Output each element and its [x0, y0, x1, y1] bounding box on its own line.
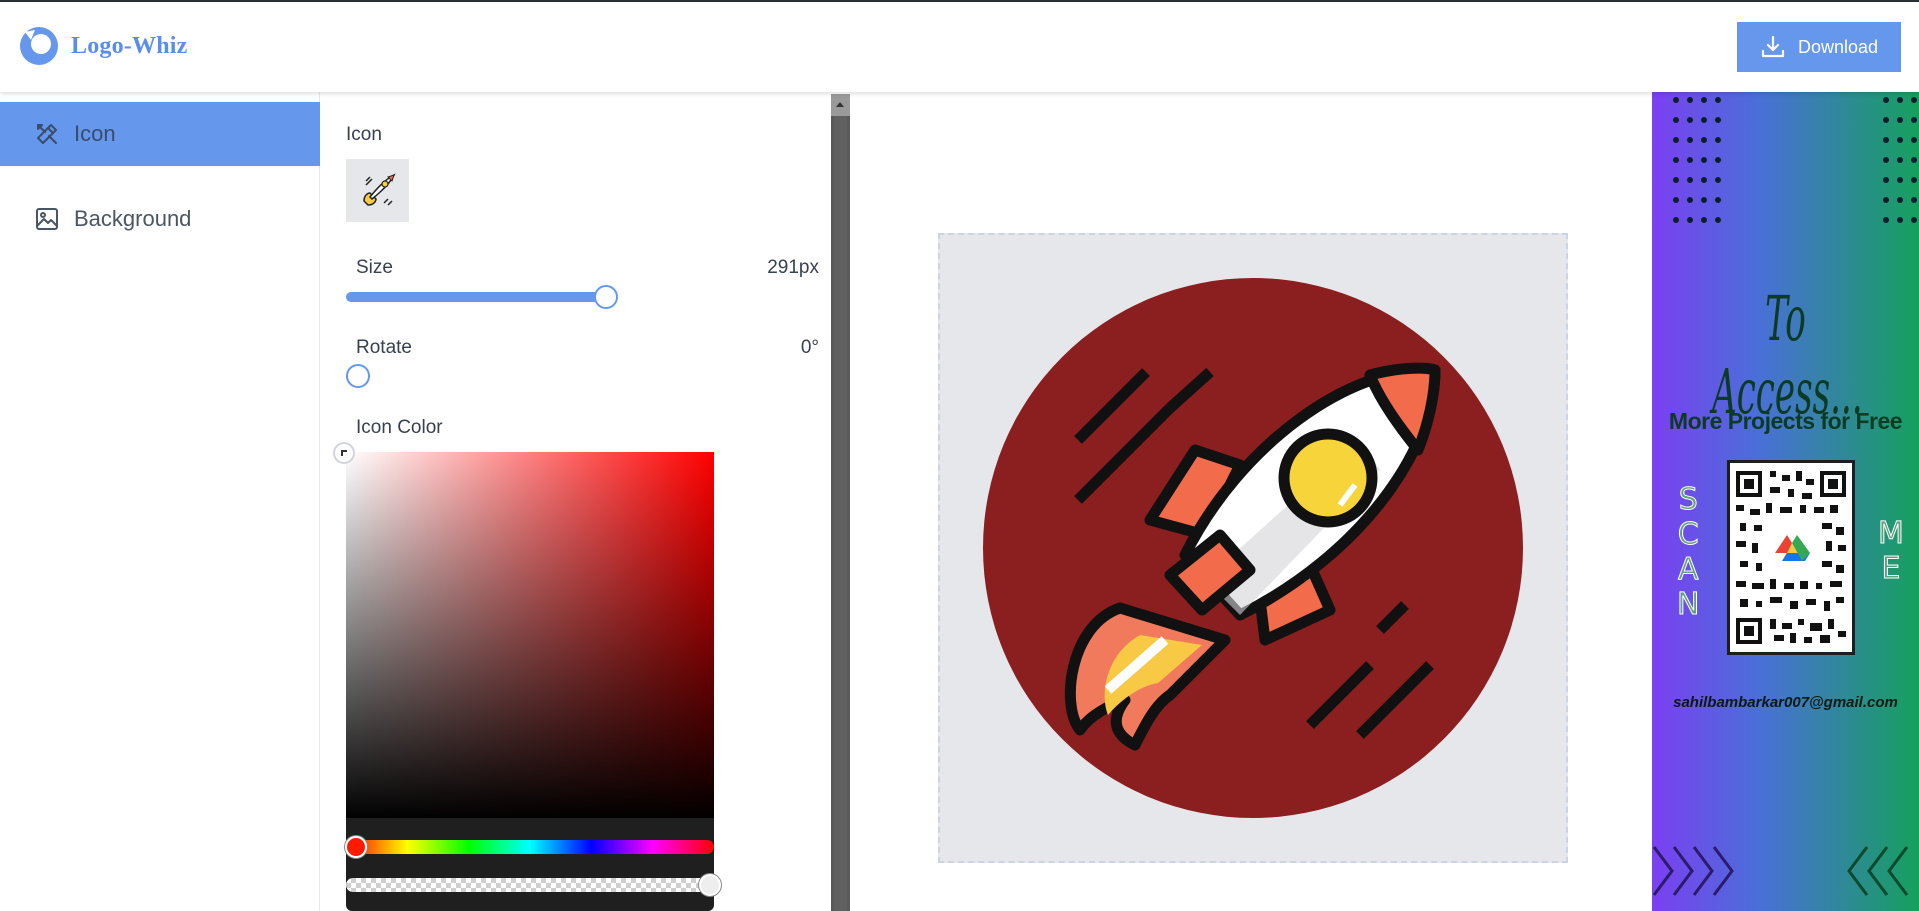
rotate-label: Rotate — [356, 337, 412, 358]
sidebar-item-icon[interactable]: Icon — [0, 102, 320, 166]
hue-slider[interactable] — [346, 840, 714, 854]
icon-color-label: Icon Color — [356, 417, 443, 438]
me-letter: M — [1878, 516, 1905, 552]
sidebar-item-background[interactable]: Background — [0, 187, 320, 251]
promo-banner[interactable]: To Access... More Projects for Free S C … — [1652, 92, 1919, 911]
sidebar: Icon Background — [0, 92, 320, 911]
icon-tools-icon — [37, 124, 57, 144]
dot-pattern-decoration — [1883, 97, 1917, 223]
sidebar-item-label: Background — [74, 206, 192, 231]
scroll-up-arrow-icon[interactable] — [831, 94, 850, 116]
qr-code-icon — [1736, 471, 1846, 644]
color-picker-controls-bg — [346, 818, 714, 911]
download-icon — [1761, 35, 1785, 58]
dot-pattern-decoration — [1673, 97, 1721, 223]
promo-subtitle: More Projects for Free — [1668, 408, 1903, 434]
promo-title: To Access... — [1712, 282, 1863, 428]
app-name: Logo-Whiz — [71, 32, 188, 59]
scrollbar-thumb[interactable] — [834, 116, 847, 911]
size-slider-track[interactable] — [346, 292, 608, 302]
rotate-value: 0° — [800, 337, 819, 358]
settings-panel: Icon Size 291px Rotate 0° Icon Color — [321, 92, 831, 911]
image-icon — [36, 208, 58, 230]
rocket-icon — [362, 172, 396, 206]
rotate-slider-knob[interactable] — [346, 364, 370, 388]
alpha-slider-knob[interactable] — [699, 874, 721, 896]
me-letters: M E — [1878, 516, 1905, 587]
logo-canvas[interactable] — [938, 233, 1568, 863]
saturation-picker-knob[interactable] — [333, 442, 355, 464]
hue-slider-knob[interactable] — [345, 836, 367, 858]
size-label: Size — [356, 257, 393, 278]
sidebar-item-label: Icon — [74, 121, 116, 146]
download-button[interactable]: Download — [1737, 22, 1901, 72]
qr-code[interactable] — [1727, 460, 1855, 655]
size-value: 291px — [767, 257, 819, 278]
scan-letter: N — [1676, 587, 1700, 623]
size-slider-knob[interactable] — [594, 285, 618, 309]
chevron-decoration-icon — [1652, 846, 1734, 896]
panel-scrollbar[interactable] — [831, 94, 850, 911]
scan-letter: A — [1677, 552, 1699, 588]
app-logo[interactable]: Logo-Whiz — [19, 26, 187, 66]
promo-email: sahilbambarkar007@gmail.com — [1673, 694, 1898, 711]
chevron-decoration-icon — [1847, 846, 1909, 896]
download-button-label: Download — [1797, 36, 1879, 57]
scan-letters: S C A N — [1676, 482, 1700, 623]
alpha-slider[interactable] — [346, 878, 714, 892]
selected-icon-thumbnail[interactable] — [346, 159, 409, 222]
scan-letter: S — [1678, 482, 1698, 518]
color-saturation-area[interactable] — [346, 452, 714, 820]
logo-mark-icon — [20, 27, 58, 65]
app-header: Logo-Whiz Download — [0, 2, 1919, 92]
me-letter: E — [1881, 551, 1901, 587]
scan-letter: C — [1677, 517, 1699, 553]
preview-area — [851, 92, 1652, 911]
icon-section-label: Icon — [346, 124, 382, 145]
rocket-icon — [983, 278, 1523, 818]
